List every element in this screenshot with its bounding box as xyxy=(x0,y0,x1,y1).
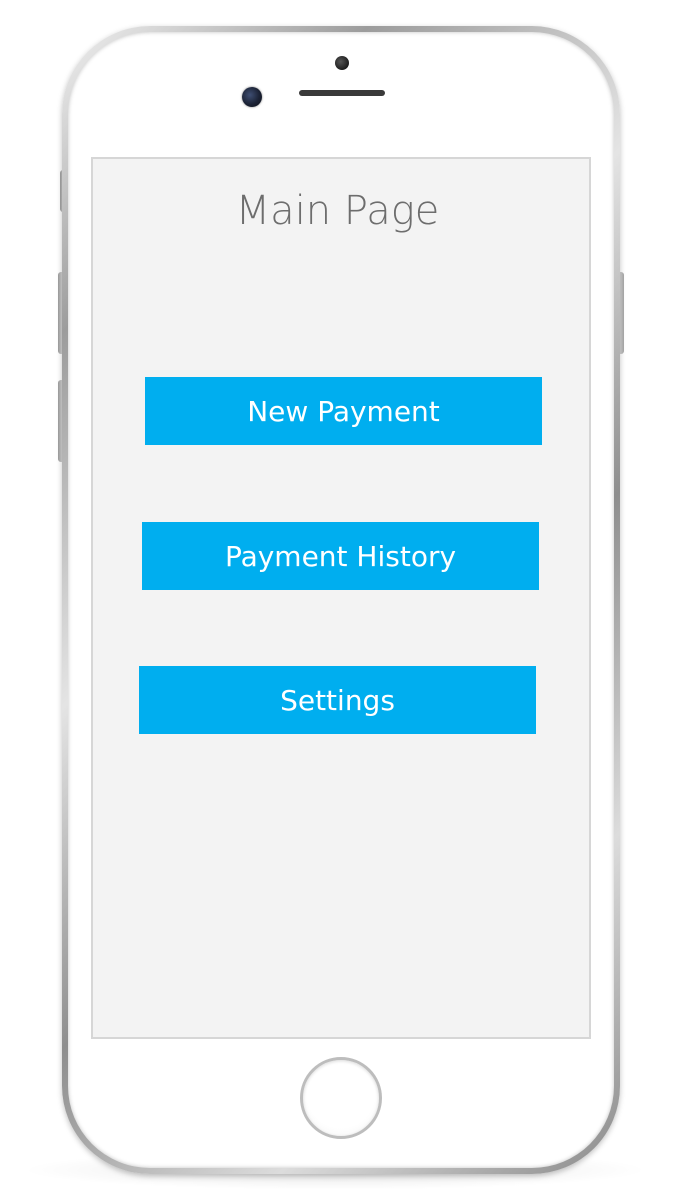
payment-history-label: Payment History xyxy=(224,539,457,573)
device-mockup: Main Page New Payment Payment History Se… xyxy=(0,0,675,1200)
new-payment-button[interactable]: New Payment xyxy=(145,377,542,445)
home-button[interactable] xyxy=(300,1057,382,1139)
front-camera-icon xyxy=(242,87,262,107)
app-screen xyxy=(91,157,591,1039)
new-payment-label: New Payment xyxy=(247,394,440,428)
settings-button[interactable]: Settings xyxy=(139,666,536,734)
earpiece-speaker xyxy=(299,90,385,96)
settings-label: Settings xyxy=(280,683,395,717)
payment-history-button[interactable]: Payment History xyxy=(142,522,539,590)
page-title: Main Page xyxy=(0,188,675,234)
page-title-text: Main Page xyxy=(235,188,440,234)
proximity-sensor xyxy=(335,56,349,70)
